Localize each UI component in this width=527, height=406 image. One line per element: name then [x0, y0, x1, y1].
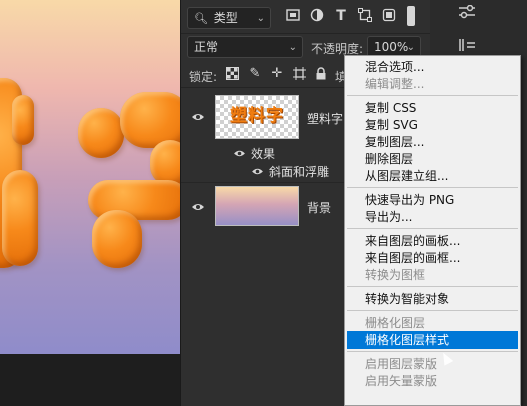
filter-kind-label: 类型	[213, 11, 238, 25]
menu-item[interactable]: 导出为...	[345, 208, 520, 226]
lock-position-icon[interactable]: ✛	[270, 67, 284, 81]
smart-object-filter-icon[interactable]	[381, 8, 397, 24]
visibility-eye-icon[interactable]	[191, 201, 205, 215]
layer-thumbnail: 塑料字	[215, 95, 299, 139]
properties-panel-icon[interactable]	[447, 0, 487, 28]
artboard[interactable]	[0, 0, 180, 354]
image-filter-icon[interactable]	[285, 8, 301, 24]
layer-context-menu: 混合选项... 编辑调整... 复制 CSS 复制 SVG 复制图层... 删除图层 从图层…	[344, 55, 521, 406]
effect-item-visibility-eye-icon[interactable]	[251, 165, 264, 179]
lock-transparent-pixels-icon[interactable]	[225, 67, 239, 81]
effects-label: 效果	[251, 147, 276, 161]
opacity-value: 100%	[374, 40, 409, 54]
menu-item[interactable]: 来自图层的画框...	[345, 249, 520, 267]
menu-item: 转换为图框	[365, 268, 426, 282]
effects-visibility-eye-icon[interactable]	[233, 147, 246, 161]
menu-separator	[347, 228, 518, 229]
letter-stroke	[12, 95, 34, 145]
letter-stroke	[92, 210, 142, 268]
menu-item: 栅格化图层	[365, 316, 426, 330]
document-canvas[interactable]	[0, 0, 180, 406]
photoshop-window: 🔍︎ 类型 ⌄ T 正常 ⌄ 不透明度: 100% ⌄ 锁定: ✎ ✛ 填 塑料…	[0, 0, 527, 406]
menu-separator	[347, 286, 518, 287]
menu-item: 启用图层蒙版	[365, 357, 438, 371]
layer-thumbnail-text: 塑料字	[230, 106, 284, 126]
menu-item[interactable]: 来自图层的画板...	[345, 232, 520, 250]
pasteboard	[0, 354, 180, 406]
lock-label: 锁定:	[189, 70, 218, 84]
layer-thumbnail	[215, 186, 299, 226]
menu-separator	[347, 351, 518, 352]
filter-kind-select[interactable]: 🔍︎ 类型 ⌄	[187, 7, 271, 29]
layer-filter-bar: 🔍︎ 类型 ⌄ T	[181, 0, 431, 34]
menu-separator	[347, 310, 518, 311]
menu-item[interactable]: 栅格化图层样式	[347, 331, 518, 349]
menu-item[interactable]: 复制图层...	[345, 133, 520, 151]
letter-stroke	[78, 108, 124, 158]
lock-all-icon[interactable]	[314, 67, 328, 81]
menu-separator	[347, 187, 518, 188]
menu-item[interactable]: 快速导出为 PNG	[345, 191, 520, 209]
menu-item[interactable]: 转换为智能对象	[345, 290, 520, 308]
layer-name[interactable]: 塑料字	[307, 110, 343, 127]
chevron-down-icon: ⌄	[288, 42, 297, 53]
lock-artboard-icon[interactable]	[292, 67, 306, 81]
blend-mode-value: 正常	[194, 40, 219, 54]
menu-item: 启用矢量蒙版	[365, 374, 438, 388]
search-icon: 🔍︎	[194, 12, 208, 25]
filter-toggle-switch[interactable]	[407, 6, 415, 26]
menu-item[interactable]: 复制 CSS	[345, 99, 520, 117]
lock-image-pixels-icon[interactable]: ✎	[248, 67, 262, 81]
menu-item[interactable]: 删除图层	[345, 150, 520, 168]
menu-item[interactable]: 混合选项...	[345, 58, 520, 76]
visibility-eye-icon[interactable]	[191, 111, 205, 125]
chevron-down-icon: ⌄	[256, 13, 265, 24]
shape-filter-icon[interactable]	[357, 8, 373, 24]
layer-name[interactable]: 背景	[307, 199, 331, 216]
menu-separator	[347, 95, 518, 96]
effect-item-label: 斜面和浮雕	[269, 165, 330, 179]
adjustment-filter-icon[interactable]	[309, 8, 325, 24]
text-filter-icon[interactable]: T	[333, 8, 349, 24]
blend-mode-select[interactable]: 正常 ⌄	[187, 36, 303, 58]
menu-item[interactable]: 从图层建立组...	[345, 167, 520, 185]
letter-stroke	[2, 170, 38, 266]
menu-item: 编辑调整...	[365, 77, 425, 91]
menu-item[interactable]: 复制 SVG	[345, 116, 520, 134]
